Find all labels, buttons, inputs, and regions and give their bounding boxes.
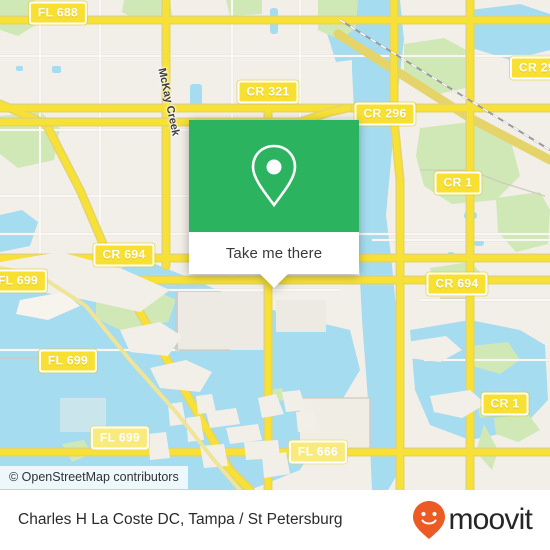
road-shield-cr-296[interactable]: CR 296 — [354, 102, 416, 126]
road-shield-fl-699-lower[interactable]: FL 699 — [90, 426, 150, 450]
road-shield-fl-699-edge[interactable]: FL 699 — [0, 269, 48, 293]
road-shield-fl-699-mid[interactable]: FL 699 — [38, 349, 98, 373]
moovit-map-screenshot: FL 688 CR 321 CR 296 CR 29 CR 1 CR 694 C… — [0, 0, 550, 550]
road-shield-fl-688[interactable]: FL 688 — [28, 1, 88, 25]
footer-bar: Charles H La Coste DC, Tampa / St Peters… — [0, 490, 550, 550]
road-shield-cr-321[interactable]: CR 321 — [237, 80, 299, 104]
road-shield-cr-694-right[interactable]: CR 694 — [426, 272, 488, 296]
map-canvas[interactable]: FL 688 CR 321 CR 296 CR 29 CR 1 CR 694 C… — [0, 0, 550, 490]
map-pin-icon — [251, 144, 297, 208]
road-shield-cr-694-left[interactable]: CR 694 — [93, 243, 155, 267]
moovit-logo[interactable]: moovit — [412, 500, 533, 540]
location-popup-card[interactable]: Take me there — [189, 120, 359, 288]
popup-image-area — [189, 120, 359, 232]
moovit-wordmark: moovit — [448, 503, 532, 536]
moovit-pin-smiley-icon — [413, 501, 446, 539]
place-title: Charles H La Coste DC, Tampa / St Peters… — [18, 511, 343, 528]
osm-attribution[interactable]: © OpenStreetMap contributors — [0, 466, 188, 489]
road-shield-fl-666[interactable]: FL 666 — [288, 440, 348, 464]
popup-tail-pointer — [260, 274, 288, 288]
popup-action-area[interactable]: Take me there — [189, 232, 359, 274]
road-shield-cr-1-lower[interactable]: CR 1 — [481, 392, 529, 416]
take-me-there-label: Take me there — [225, 244, 323, 262]
road-shield-cr-29[interactable]: CR 29 — [509, 56, 550, 80]
road-shield-cr-1-upper[interactable]: CR 1 — [434, 171, 482, 195]
